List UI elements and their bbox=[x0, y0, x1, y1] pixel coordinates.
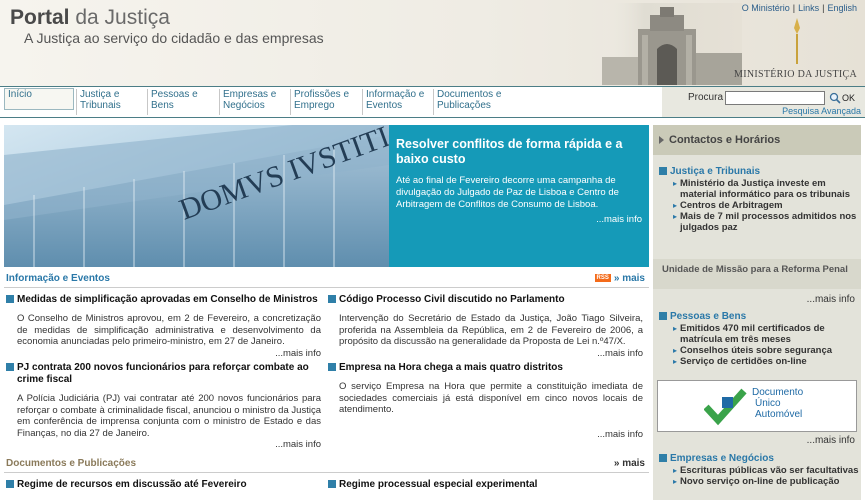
triangle-right-icon bbox=[659, 136, 664, 144]
news-title[interactable]: PJ contrata 200 novos funcionários para … bbox=[6, 362, 321, 386]
pessoas-title[interactable]: Pessoas e Bens bbox=[659, 311, 859, 323]
info-section-header: Informação e Eventos RSS» mais bbox=[4, 270, 649, 288]
nav-empresas-negocios[interactable]: Empresas e Negócios bbox=[219, 89, 290, 115]
news-body: O serviço Empresa na Hora que permite a … bbox=[339, 381, 643, 415]
justica-link[interactable]: Ministério da Justiça investe em materia… bbox=[659, 178, 859, 200]
empresas-link[interactable]: Escrituras públicas vão ser facultativas bbox=[659, 465, 859, 476]
banner-text-panel: Resolver conflitos de forma rápida e a b… bbox=[389, 125, 649, 267]
empresas-block: Empresas e Negócios Escrituras públicas … bbox=[659, 453, 859, 487]
pessoas-block: Pessoas e Bens Emitidos 470 mil certific… bbox=[659, 311, 859, 367]
doc-item: Regime de recursos em discussão até Feve… bbox=[6, 479, 321, 491]
pessoas-link[interactable]: Serviço de certidões on-line bbox=[659, 356, 859, 367]
news-title[interactable]: Empresa na Hora chega a mais quatro dist… bbox=[328, 362, 643, 374]
news-body: O Conselho de Ministros aprovou, em 2 de… bbox=[17, 313, 321, 347]
justica-link[interactable]: Centros de Arbitragem bbox=[659, 200, 859, 211]
dua-line3: Automóvel bbox=[755, 409, 803, 420]
info-section-title[interactable]: Informação e Eventos bbox=[6, 273, 110, 284]
dua-text: Documento Único Automóvel bbox=[752, 387, 803, 420]
advanced-search-link[interactable]: Pesquisa Avançada bbox=[782, 106, 861, 116]
info-more-link[interactable]: » mais bbox=[614, 273, 645, 284]
search-button[interactable]: OK bbox=[829, 90, 857, 106]
nav-pessoas-bens[interactable]: Pessoas e Bens bbox=[147, 89, 219, 115]
banner-body: Até ao final de Fevereiro decorre uma ca… bbox=[396, 175, 619, 210]
ministry-name[interactable]: MINISTÉRIO DA JUSTIÇA bbox=[734, 69, 857, 80]
nav-inicio[interactable]: Início bbox=[4, 88, 74, 110]
news-body: A Polícia Judiciária (PJ) vai contratar … bbox=[17, 393, 321, 439]
pessoas-link[interactable]: Emitidos 470 mil certificados de matrícu… bbox=[659, 323, 859, 345]
search-input[interactable] bbox=[725, 91, 825, 105]
court-building-image: DOMVS IVSTITIÆ bbox=[4, 125, 389, 267]
unit-more-link[interactable]: ...mais info bbox=[807, 294, 855, 305]
banner-more-link[interactable]: ...mais info bbox=[396, 214, 642, 225]
doc-title[interactable]: Regime processual especial experimental bbox=[328, 479, 643, 491]
justica-block: Justiça e Tribunais Ministério da Justiç… bbox=[659, 166, 859, 233]
search-icon bbox=[829, 92, 841, 104]
search-area: Procura OK Pesquisa Avançada bbox=[662, 87, 865, 117]
news-more-link[interactable]: ...mais info bbox=[328, 348, 643, 359]
site-title-light: da Justiça bbox=[75, 6, 170, 29]
docs-more-link[interactable]: » mais bbox=[614, 458, 645, 469]
news-more-link[interactable]: ...mais info bbox=[6, 348, 321, 359]
pessoas-link[interactable]: Conselhos úteis sobre segurança bbox=[659, 345, 859, 356]
news-item: Medidas de simplificação aprovadas em Co… bbox=[6, 294, 321, 359]
nav-documentos-publicacoes[interactable]: Documentos e Publicações bbox=[433, 89, 511, 115]
news-more-link[interactable]: ...mais info bbox=[6, 439, 321, 450]
dua-logo-icon bbox=[704, 388, 747, 426]
news-title[interactable]: Medidas de simplificação aprovadas em Co… bbox=[6, 294, 321, 306]
info-section-more[interactable]: RSS» mais bbox=[594, 273, 645, 284]
justica-title[interactable]: Justiça e Tribunais bbox=[659, 166, 859, 178]
contacts-title[interactable]: Contactos e Horários bbox=[669, 134, 780, 146]
nav-justica-tribunais[interactable]: Justiça e Tribunais bbox=[76, 89, 146, 115]
contacts-header[interactable]: Contactos e Horários bbox=[653, 125, 861, 155]
reform-unit-box[interactable]: Unidade de Missão para a Reforma Penal bbox=[653, 259, 861, 289]
triumphal-arch-image bbox=[602, 3, 742, 85]
news-item: PJ contrata 200 novos funcionários para … bbox=[6, 362, 321, 450]
site-title-bold: Portal bbox=[10, 6, 70, 29]
nav-profissoes-emprego[interactable]: Profissões e Emprego bbox=[290, 89, 362, 115]
featured-banner[interactable]: DOMVS IVSTITIÆ Resolver conflitos de for… bbox=[4, 125, 649, 267]
news-item: Empresa na Hora chega a mais quatro dist… bbox=[328, 362, 643, 440]
dua-banner[interactable]: Documento Único Automóvel bbox=[657, 380, 857, 432]
news-body: Intervenção do Secretário de Estado da J… bbox=[339, 313, 643, 347]
sidebar: Contactos e Horários Justiça e Tribunais… bbox=[653, 125, 861, 500]
rss-icon[interactable]: RSS bbox=[594, 274, 611, 283]
dua-more-link[interactable]: ...mais info bbox=[807, 435, 855, 446]
empresas-title[interactable]: Empresas e Negócios bbox=[659, 453, 859, 465]
top-links: O Ministério | Links | English bbox=[741, 3, 857, 13]
justica-link[interactable]: Mais de 7 mil processos admitidos nos ju… bbox=[659, 211, 859, 233]
site-subtitle: A Justiça ao serviço do cidadão e das em… bbox=[24, 30, 324, 46]
docs-section-title[interactable]: Documentos e Publicações bbox=[6, 458, 136, 469]
main-navigation: Início Justiça e Tribunais Pessoas e Ben… bbox=[0, 86, 865, 118]
empresas-link[interactable]: Novo serviço on-line de publicação bbox=[659, 476, 859, 487]
site-title[interactable]: Portal da Justiça bbox=[10, 6, 170, 30]
banner-title[interactable]: Resolver conflitos de forma rápida e a b… bbox=[396, 137, 642, 167]
docs-section-header: Documentos e Publicações » mais bbox=[4, 455, 649, 473]
search-button-label: OK bbox=[842, 93, 856, 103]
nav-informacao-eventos[interactable]: Informação e Eventos bbox=[362, 89, 433, 115]
link-ministerio[interactable]: O Ministério bbox=[742, 3, 790, 13]
link-links[interactable]: Links bbox=[798, 3, 819, 13]
search-label: Procura bbox=[688, 92, 724, 103]
link-english[interactable]: English bbox=[827, 3, 857, 13]
doc-item: Regime processual especial experimental bbox=[328, 479, 643, 491]
news-more-link[interactable]: ...mais info bbox=[328, 429, 643, 440]
doc-title[interactable]: Regime de recursos em discussão até Feve… bbox=[6, 479, 321, 491]
ministry-emblem-icon bbox=[794, 18, 800, 64]
site-header: Portal da Justiça A Justiça ao serviço d… bbox=[0, 0, 865, 86]
dua-line2: Único bbox=[755, 398, 781, 409]
dua-line1: Documento bbox=[752, 387, 804, 398]
news-title[interactable]: Código Processo Civil discutido no Parla… bbox=[328, 294, 643, 306]
news-item: Código Processo Civil discutido no Parla… bbox=[328, 294, 643, 359]
